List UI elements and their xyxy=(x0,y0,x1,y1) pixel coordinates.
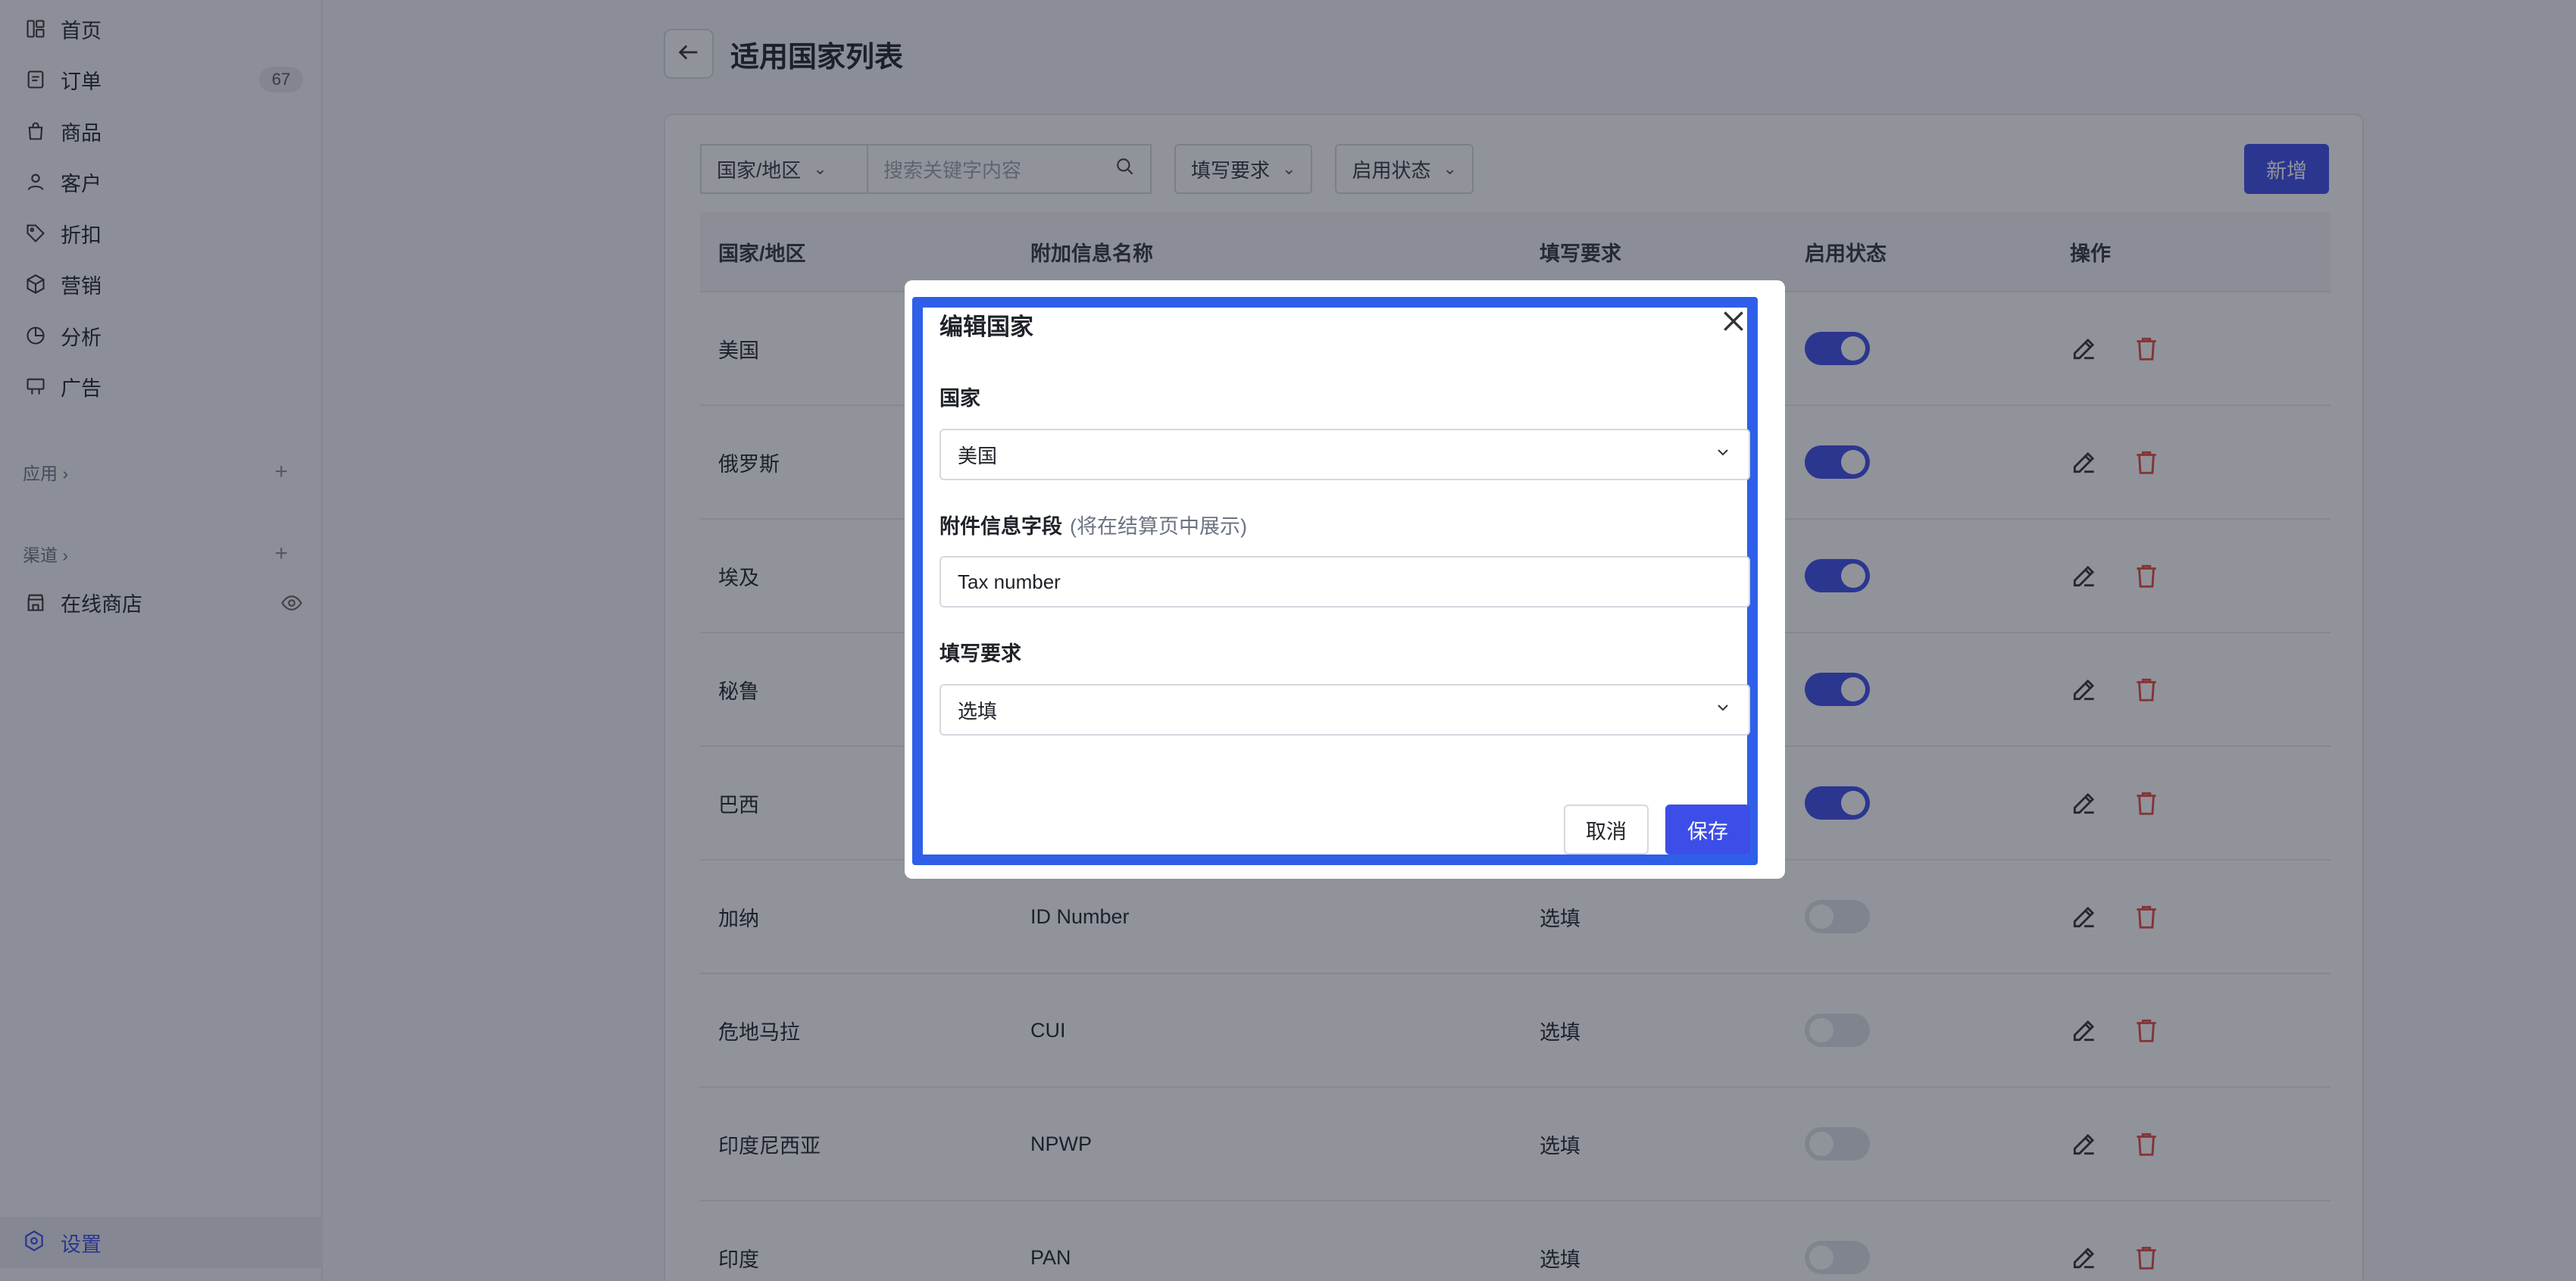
country-field-label: 国家 xyxy=(939,387,980,410)
edit-country-dialog: 编辑国家 国家 美国 附件信息字段 (将在结算页中展示) Tax number 填… xyxy=(905,280,1785,879)
chevron-down-icon xyxy=(1714,443,1732,467)
attachment-field-value: Tax number xyxy=(958,570,1061,593)
save-button[interactable]: 保存 xyxy=(1665,805,1750,855)
attachment-field-label: 附件信息字段 (将在结算页中展示) xyxy=(939,510,1247,539)
country-select-value: 美国 xyxy=(958,444,998,467)
chevron-down-icon xyxy=(1714,698,1732,722)
close-icon[interactable] xyxy=(1718,306,1749,336)
cancel-button[interactable]: 取消 xyxy=(1564,805,1649,855)
attachment-field-hint: (将在结算页中展示) xyxy=(1070,515,1247,538)
attachment-field-label-text: 附件信息字段 xyxy=(939,515,1062,538)
requirement-select-value: 选填 xyxy=(958,699,998,723)
attachment-field-input[interactable]: Tax number xyxy=(939,556,1750,608)
requirement-field-label: 填写要求 xyxy=(939,642,1021,665)
dialog-title: 编辑国家 xyxy=(939,314,1033,340)
country-select[interactable]: 美国 xyxy=(939,429,1750,480)
requirement-select[interactable]: 选填 xyxy=(939,684,1750,736)
